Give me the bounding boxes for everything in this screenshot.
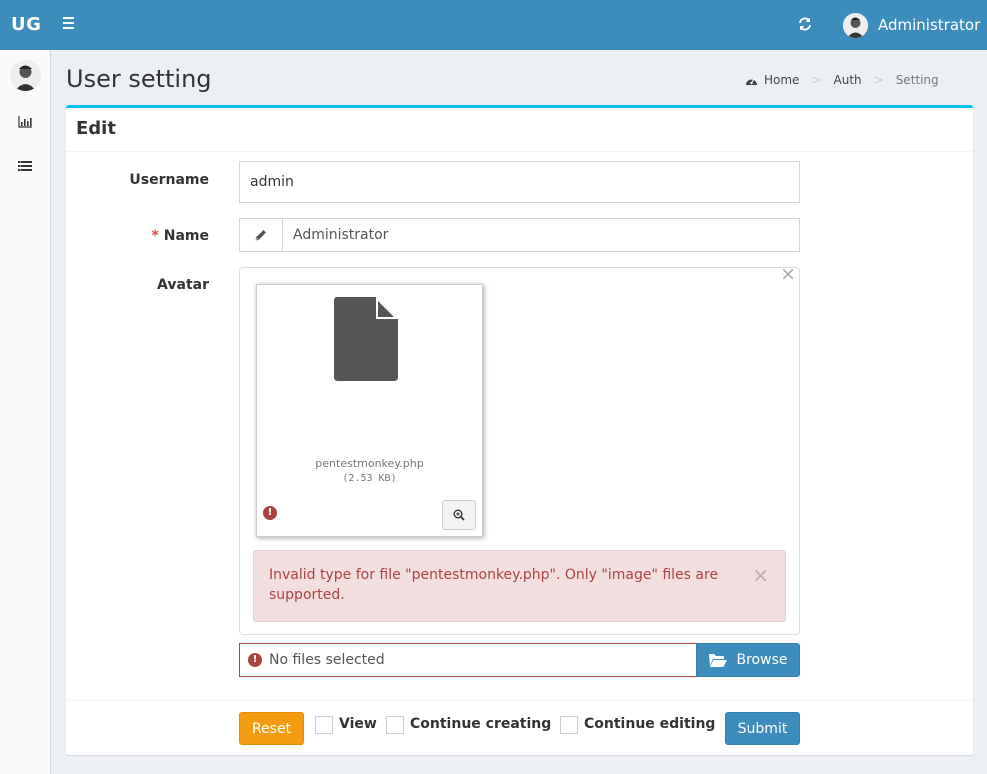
file-preview-box: × pentestmonkey.php (2.53 KB) ! Invalid … bbox=[239, 265, 800, 635]
zoom-in-icon bbox=[453, 509, 465, 521]
bar-chart-icon bbox=[18, 116, 32, 128]
breadcrumb: Home > Auth > Setting bbox=[745, 73, 939, 87]
file-caption[interactable]: ! No files selected bbox=[239, 643, 697, 677]
file-icon bbox=[334, 297, 398, 381]
zoom-button[interactable] bbox=[442, 500, 476, 530]
pencil-icon bbox=[239, 218, 282, 252]
app-logo[interactable]: UG bbox=[11, 14, 41, 35]
continue-creating-checkbox[interactable]: Continue creating bbox=[386, 713, 551, 734]
browse-label: Browse bbox=[736, 652, 788, 668]
dashboard-icon bbox=[746, 78, 757, 85]
folder-open-icon bbox=[708, 654, 727, 667]
sidebar-item-list[interactable] bbox=[0, 145, 50, 187]
close-icon[interactable]: × bbox=[780, 265, 796, 284]
edit-box: Edit Username admin * Name Administrator… bbox=[66, 105, 973, 755]
file-caption-text: No files selected bbox=[269, 652, 385, 668]
username-field[interactable]: admin bbox=[239, 161, 800, 203]
user-menu[interactable]: Administrator bbox=[843, 12, 980, 38]
exclamation-circle-icon: ! bbox=[248, 653, 262, 667]
continue-editing-checkbox[interactable]: Continue editing bbox=[560, 713, 715, 734]
view-label: View bbox=[339, 715, 377, 732]
box-footer: Reset View Continue creating Continue ed… bbox=[66, 700, 973, 755]
breadcrumb-home[interactable]: Home bbox=[764, 73, 799, 87]
avatar-label: Avatar bbox=[157, 277, 209, 293]
hamburger-icon[interactable] bbox=[63, 17, 79, 33]
name-label: * Name bbox=[66, 228, 209, 244]
breadcrumb-auth[interactable]: Auth bbox=[834, 73, 862, 87]
box-title: Edit bbox=[76, 118, 116, 139]
username-label: Username bbox=[129, 172, 209, 188]
alert-close-icon[interactable]: × bbox=[752, 565, 769, 585]
checkbox[interactable] bbox=[560, 716, 578, 734]
refresh-icon[interactable] bbox=[798, 16, 816, 34]
continue-editing-label: Continue editing bbox=[584, 715, 716, 732]
name-field[interactable]: Administrator bbox=[282, 218, 800, 252]
continue-creating-label: Continue creating bbox=[410, 715, 552, 732]
sidebar bbox=[0, 50, 51, 774]
breadcrumb-separator: > bbox=[873, 73, 884, 87]
breadcrumb-current: Setting bbox=[895, 73, 939, 87]
sidebar-item-dashboard[interactable] bbox=[0, 101, 50, 143]
error-alert: Invalid type for file "pentestmonkey.php… bbox=[253, 550, 786, 622]
top-navbar: UG Administrator bbox=[0, 0, 987, 50]
error-alert-text: Invalid type for file "pentestmonkey.php… bbox=[269, 567, 719, 603]
name-label-text: Name bbox=[163, 228, 209, 244]
name-input-group: Administrator bbox=[239, 218, 800, 252]
box-header: Edit bbox=[66, 108, 973, 152]
browse-button[interactable]: Browse bbox=[696, 643, 800, 677]
reset-button[interactable]: Reset bbox=[239, 712, 304, 745]
user-name: Administrator bbox=[878, 16, 981, 34]
checkbox[interactable] bbox=[315, 716, 333, 734]
file-preview-frame: pentestmonkey.php (2.53 KB) ! bbox=[256, 284, 483, 537]
view-checkbox[interactable]: View bbox=[315, 713, 377, 734]
list-icon bbox=[18, 161, 32, 171]
required-mark: * bbox=[151, 228, 159, 244]
preview-file-size: (2.53 KB) bbox=[342, 473, 397, 484]
exclamation-circle-icon: ! bbox=[263, 506, 277, 520]
sidebar-avatar bbox=[10, 60, 41, 91]
preview-file-name: pentestmonkey.php bbox=[315, 457, 424, 470]
avatar bbox=[843, 12, 868, 38]
submit-button[interactable]: Submit bbox=[725, 712, 800, 745]
breadcrumb-separator: > bbox=[811, 73, 822, 87]
checkbox[interactable] bbox=[386, 716, 404, 734]
page-title: User setting bbox=[66, 65, 212, 93]
